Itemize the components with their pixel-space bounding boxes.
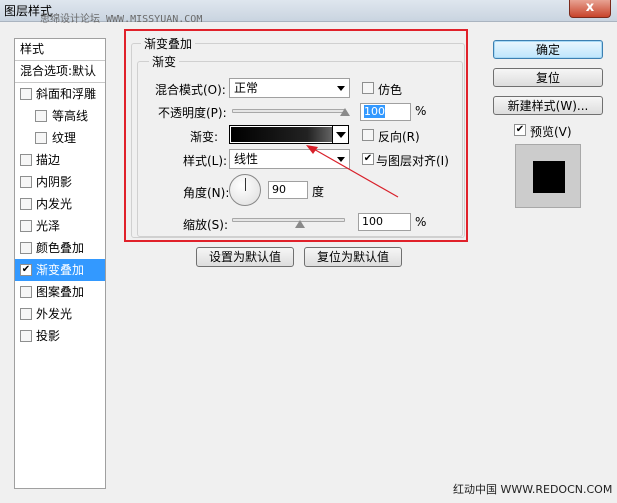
style-list-item[interactable]: 描边 (15, 149, 105, 171)
opacity-unit: % (415, 104, 427, 118)
checkmark-icon: ✔ (515, 124, 525, 135)
style-item-checkbox[interactable] (20, 198, 32, 210)
style-list-item[interactable]: 纹理 (15, 127, 105, 149)
style-item-checkbox[interactable] (20, 242, 32, 254)
style-item-label: 内阴影 (36, 175, 73, 189)
make-default-button[interactable]: 设置为默认值 (196, 247, 294, 267)
style-list-item[interactable]: 光泽 (15, 215, 105, 237)
blend-mode-label: 混合模式(O): (155, 83, 226, 97)
gradient-picker[interactable] (229, 125, 349, 144)
checkmark-icon: ✔ (363, 153, 373, 164)
preview-checkbox[interactable]: ✔ (514, 124, 526, 136)
style-list: 样式 混合选项:默认 斜面和浮雕等高线纹理描边内阴影内发光光泽颜色叠加 ✔ 渐变叠加… (14, 38, 106, 489)
scale-label: 缩放(S): (183, 218, 229, 232)
style-item-checkbox[interactable] (35, 132, 47, 144)
blend-mode-select[interactable]: 正常 (229, 78, 350, 98)
preview-swatch (533, 161, 565, 193)
style-list-item[interactable]: 内发光 (15, 193, 105, 215)
style-item-checkbox[interactable] (35, 110, 47, 122)
style-list-item[interactable]: 投影 (15, 325, 105, 347)
reset-to-default-button[interactable]: 复位为默认值 (304, 247, 402, 267)
reverse-checkbox[interactable] (362, 129, 374, 141)
style-item-label: 斜面和浮雕 (36, 87, 97, 101)
style-item-checkbox[interactable] (20, 220, 32, 232)
style-item-checkbox[interactable] (20, 88, 32, 100)
style-item-checkbox[interactable] (20, 286, 32, 298)
reset-button[interactable]: 复位 (493, 68, 603, 87)
opacity-slider-thumb[interactable] (340, 108, 350, 116)
dither-label: 仿色 (378, 83, 403, 97)
style-value: 线性 (234, 152, 259, 166)
gradient-label: 渐变: (190, 130, 219, 144)
close-button[interactable]: x (569, 0, 611, 18)
style-list-item[interactable]: 外发光 (15, 303, 105, 325)
style-item-checkbox[interactable]: ✔ (20, 264, 32, 276)
gradient-preview[interactable] (231, 127, 333, 142)
angle-unit: 度 (312, 185, 325, 199)
style-list-item[interactable]: 等高线 (15, 105, 105, 127)
scale-slider-thumb[interactable] (294, 220, 305, 228)
angle-dial[interactable] (229, 174, 261, 206)
style-item-label: 外发光 (36, 307, 73, 321)
reverse-label: 反向(R) (378, 130, 420, 144)
style-item-label: 纹理 (52, 131, 77, 145)
style-list-header[interactable]: 样式 (15, 39, 105, 61)
watermark-bottom: 红动中国 WWW.REDOCN.COM (453, 483, 613, 496)
group-title: 渐变 (149, 53, 180, 70)
style-preview (515, 144, 581, 208)
style-label: 样式(L): (183, 154, 228, 168)
preview-label: 预览(V) (530, 125, 572, 139)
opacity-slider[interactable] (232, 109, 345, 113)
new-style-button[interactable]: 新建样式(W)... (493, 96, 603, 115)
opacity-label: 不透明度(P): (158, 106, 227, 120)
style-item-checkbox[interactable] (20, 154, 32, 166)
angle-label: 角度(N): (183, 186, 230, 200)
angle-needle (245, 178, 246, 191)
style-item-label: 图案叠加 (36, 285, 85, 299)
opacity-input[interactable]: 100 (360, 103, 411, 121)
style-list-item[interactable]: 斜面和浮雕 (15, 83, 105, 105)
style-item-checkbox[interactable] (20, 308, 32, 320)
style-item-label: 投影 (36, 329, 61, 343)
style-list-item[interactable]: 图案叠加 (15, 281, 105, 303)
style-item-label: 描边 (36, 153, 61, 167)
style-item-label: 颜色叠加 (36, 241, 85, 255)
scale-unit: % (415, 215, 427, 229)
align-with-layer-label: 与图层对齐(I) (376, 154, 449, 168)
title-bar: 图层样式 思绵设计论坛 WWW.MISSYUAN.COM x (0, 0, 617, 25)
dither-checkbox[interactable] (362, 82, 374, 94)
scale-input[interactable]: 100 (358, 213, 411, 231)
style-item-label: 渐变叠加 (36, 263, 85, 277)
style-list-item[interactable]: 内阴影 (15, 171, 105, 193)
chevron-down-icon (337, 157, 345, 162)
watermark-top: 思绵设计论坛 WWW.MISSYUAN.COM (40, 14, 203, 25)
blend-options-item[interactable]: 混合选项:默认 (15, 61, 105, 83)
scale-slider[interactable] (232, 218, 345, 222)
style-list-item[interactable]: ✔ 渐变叠加 (15, 259, 105, 281)
section-title: 渐变叠加 (141, 35, 196, 52)
style-item-checkbox[interactable] (20, 330, 32, 342)
style-list-item[interactable]: 颜色叠加 (15, 237, 105, 259)
style-item-label: 等高线 (52, 109, 89, 123)
angle-input[interactable]: 90 (268, 181, 308, 199)
gradient-dropdown-button[interactable] (332, 126, 348, 143)
ok-button[interactable]: 确定 (493, 40, 603, 59)
angle-value: 90 (272, 183, 286, 196)
style-select[interactable]: 线性 (229, 149, 350, 169)
style-item-checkbox[interactable] (20, 176, 32, 188)
close-icon: x (585, 0, 595, 15)
style-item-label: 内发光 (36, 197, 73, 211)
scale-value: 100 (362, 215, 383, 228)
chevron-down-icon (337, 86, 345, 91)
opacity-value: 100 (364, 105, 385, 118)
style-item-label: 光泽 (36, 219, 61, 233)
blend-mode-value: 正常 (234, 81, 259, 95)
align-with-layer-checkbox[interactable]: ✔ (362, 153, 374, 165)
